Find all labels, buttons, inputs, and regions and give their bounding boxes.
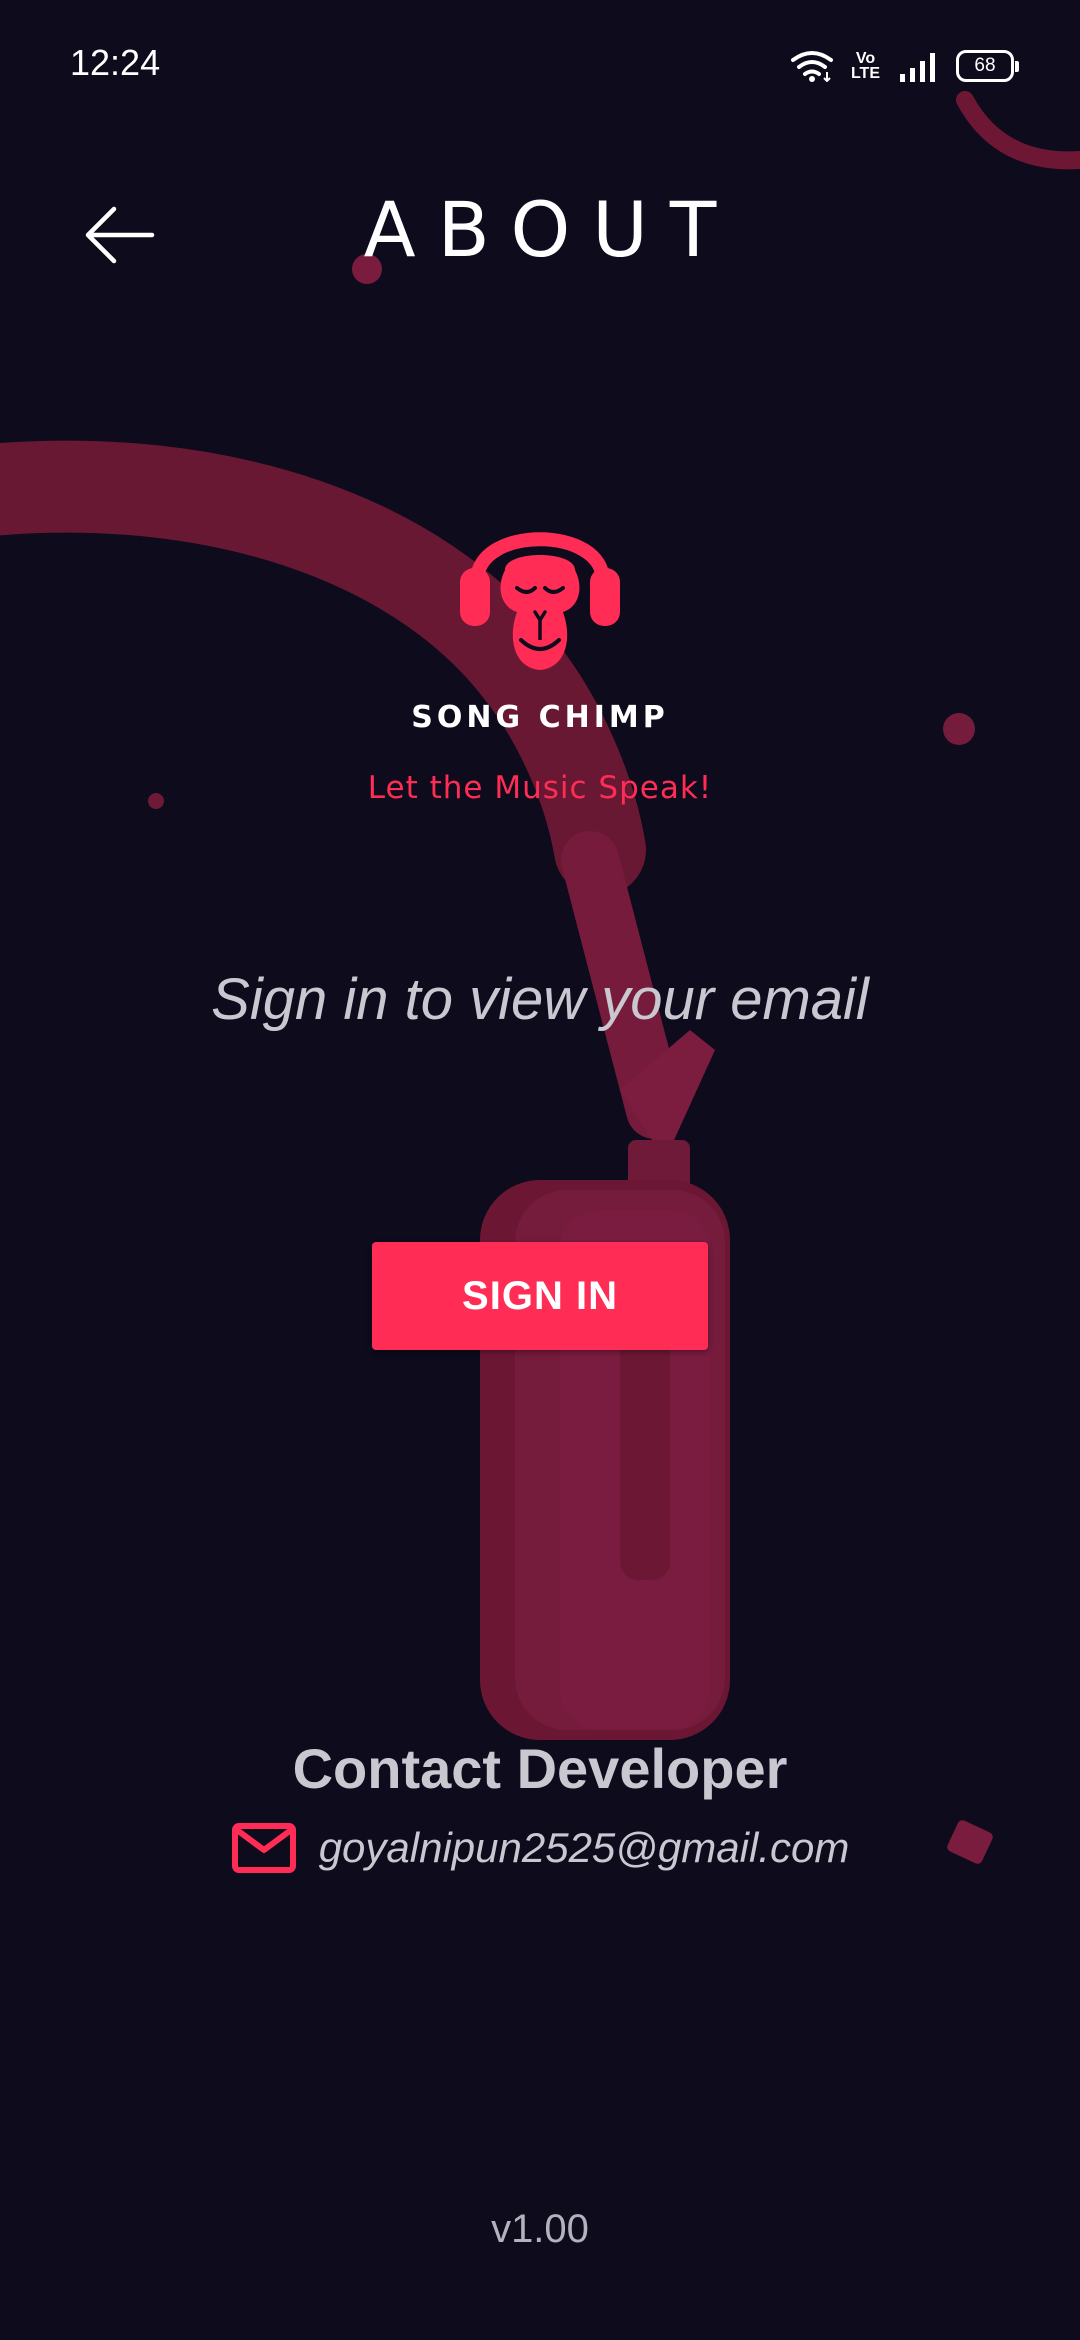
- contact-email-row[interactable]: goyalnipun2525@gmail.com: [0, 1822, 1080, 1874]
- mail-icon: [231, 1823, 296, 1873]
- volte-bottom-label: LTE: [850, 65, 880, 82]
- signin-prompt: Sign in to view your email: [211, 967, 869, 1032]
- page-title: ABOUT: [363, 185, 739, 274]
- volte-icon: Vo LTE: [850, 50, 880, 82]
- brand-name: SONG CHIMP: [411, 700, 669, 735]
- contact-developer-title: Contact Developer: [292, 1737, 788, 1800]
- status-icons: Vo LTE 68: [790, 46, 1019, 86]
- wifi-icon: [790, 51, 833, 82]
- signal-icon: [900, 53, 935, 82]
- status-bar: 12:24 Vo LTE 68: [0, 0, 1080, 130]
- volte-top-label: Vo: [855, 50, 876, 67]
- chimp-headphones-logo: [460, 532, 620, 670]
- signin-button[interactable]: SIGN IN: [372, 1242, 708, 1350]
- status-time: 12:24: [70, 42, 161, 83]
- battery-icon: 68: [956, 50, 1019, 82]
- contact-email-link[interactable]: goyalnipun2525@gmail.com: [319, 1824, 850, 1872]
- app-version: v1.00: [491, 2207, 589, 2251]
- headphones-background-art: [0, 91, 1080, 1864]
- about-screen: 12:24 Vo LTE 68 ABOUT SONG CHIMP Let the…: [0, 0, 1080, 2340]
- brand-tagline: Let the Music Speak!: [367, 770, 713, 806]
